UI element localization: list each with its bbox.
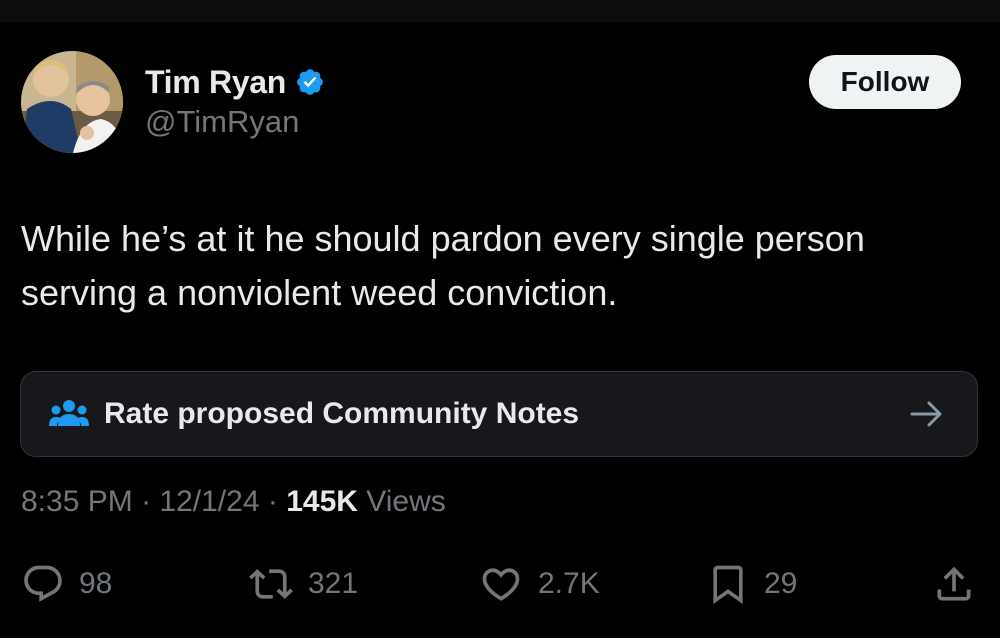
bookmark-button[interactable]: 29 xyxy=(706,562,797,606)
views-label: Views xyxy=(366,485,446,518)
profile-photo xyxy=(21,51,123,153)
tweet-time[interactable]: 8:35 PM xyxy=(21,485,133,518)
avatar[interactable] xyxy=(21,51,123,153)
reply-count: 98 xyxy=(79,567,113,600)
tweet-date[interactable]: 12/1/24 xyxy=(159,485,259,518)
retweet-icon xyxy=(248,562,294,606)
author-name-row[interactable]: Tim Ryan xyxy=(145,62,325,102)
people-group-icon xyxy=(49,398,89,430)
meta-separator: · xyxy=(141,485,152,518)
arrow-right-icon xyxy=(910,399,944,429)
views-count: 145K xyxy=(286,485,358,518)
heart-icon xyxy=(478,562,524,606)
reply-button[interactable]: 98 xyxy=(21,562,112,606)
bookmark-count: 29 xyxy=(764,567,798,600)
author-handle[interactable]: @TimRyan xyxy=(145,104,299,140)
top-bar xyxy=(0,0,1000,22)
verified-badge-icon xyxy=(295,67,325,97)
bookmark-icon xyxy=(706,562,750,606)
tweet-meta: 8:35 PM · 12/1/24 · 145K Views xyxy=(21,485,446,519)
like-button[interactable]: 2.7K xyxy=(478,562,600,606)
author-name[interactable]: Tim Ryan xyxy=(145,64,286,101)
community-notes-banner[interactable]: Rate proposed Community Notes xyxy=(20,371,978,457)
like-count: 2.7K xyxy=(538,567,600,600)
retweet-count: 321 xyxy=(308,567,359,600)
share-button[interactable] xyxy=(932,562,976,606)
tweet-text: While he’s at it he should pardon every … xyxy=(21,218,865,313)
meta-separator: · xyxy=(267,485,278,518)
share-icon xyxy=(932,562,976,606)
follow-button[interactable]: Follow xyxy=(809,55,961,109)
reply-icon xyxy=(21,562,65,606)
community-notes-label: Rate proposed Community Notes xyxy=(104,397,580,430)
retweet-button[interactable]: 321 xyxy=(248,562,358,606)
